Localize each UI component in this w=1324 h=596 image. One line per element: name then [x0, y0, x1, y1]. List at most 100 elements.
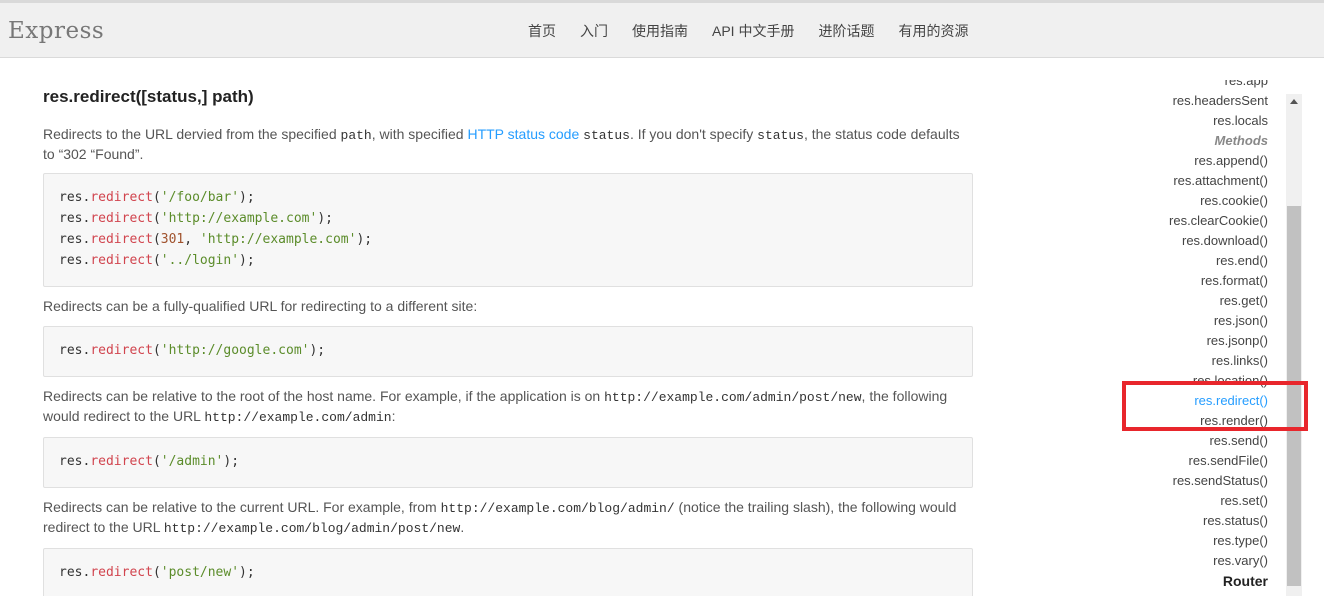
- paragraph: Redirects can be relative to the root of…: [43, 387, 973, 427]
- inline-code: http://example.com/blog/admin/post/new: [163, 521, 461, 536]
- scroll-thumb[interactable]: [1287, 206, 1301, 586]
- inline-code: http://example.com/admin/post/new: [604, 390, 862, 405]
- code-token: redirect: [90, 232, 153, 247]
- code-block: res.redirect('/admin');: [43, 437, 973, 488]
- sidebar-item[interactable]: res.cookie(): [1110, 191, 1268, 211]
- code-token: ,: [184, 232, 200, 247]
- code-token: redirect: [90, 190, 153, 205]
- code-token: (: [152, 190, 161, 205]
- code-token: (: [152, 454, 161, 469]
- sidebar-item[interactable]: res.links(): [1110, 351, 1268, 371]
- text: .: [460, 519, 465, 535]
- inline-code: http://example.com/blog/admin/: [440, 501, 675, 516]
- sidebar-heading: Methods: [1214, 133, 1268, 148]
- top-navbar: Express 首页 入门 使用指南 API 中文手册 进阶话题 有用的资源: [0, 0, 1324, 58]
- paragraph: Redirects can be a fully-qualified URL f…: [43, 298, 478, 314]
- code-token: redirect: [90, 253, 153, 268]
- sidebar-item[interactable]: res.json(): [1110, 311, 1268, 331]
- sidebar-item[interactable]: res.jsonp(): [1110, 331, 1268, 351]
- nav-advanced-topics[interactable]: 进阶话题: [818, 21, 874, 41]
- api-sidebar: res.app res.headersSent res.locals Methods r…: [1110, 80, 1286, 596]
- nav-resources[interactable]: 有用的资源: [898, 21, 968, 41]
- code-token: res.: [59, 454, 91, 469]
- code-token: res.: [59, 211, 91, 226]
- sidebar-item[interactable]: res.render(): [1110, 411, 1268, 431]
- code-token: '../login': [160, 253, 240, 268]
- sidebar-item[interactable]: res.append(): [1110, 151, 1268, 171]
- sidebar-item[interactable]: res.redirect(): [1110, 391, 1268, 411]
- inline-code: http://example.com/admin: [204, 410, 392, 425]
- code-line: res.redirect('http://google.com');: [59, 340, 957, 361]
- text: Redirects can be relative to the current…: [43, 499, 441, 515]
- code-token: redirect: [90, 211, 153, 226]
- text: Redirects can be relative to the root of…: [43, 388, 605, 404]
- code-token: 'http://example.com': [160, 211, 318, 226]
- nav-getting-started[interactable]: 入门: [580, 21, 608, 41]
- sidebar-item[interactable]: res.app: [1110, 80, 1268, 91]
- code-token: 301: [160, 232, 185, 247]
- section-title: res.redirect([status,] path): [43, 87, 254, 106]
- sidebar-item[interactable]: res.clearCookie(): [1110, 211, 1268, 231]
- code-token: );: [309, 343, 326, 358]
- code-token: res.: [59, 190, 91, 205]
- nav-api-reference[interactable]: API 中文手册: [712, 21, 794, 41]
- sidebar-item[interactable]: res.send(): [1110, 431, 1268, 451]
- sidebar-item[interactable]: res.set(): [1110, 491, 1268, 511]
- code-token: (: [152, 232, 161, 247]
- sidebar-list: res.app res.headersSent res.locals Methods r…: [1110, 80, 1268, 591]
- code-block: res.redirect('http://google.com');: [43, 326, 973, 377]
- code-token: );: [356, 232, 373, 247]
- nav-guide[interactable]: 使用指南: [632, 21, 688, 41]
- sidebar-item[interactable]: res.status(): [1110, 511, 1268, 531]
- code-token: );: [317, 211, 333, 226]
- scroll-up-arrow-icon[interactable]: [1286, 94, 1302, 110]
- intro-paragraph: Redirects to the URL dervied from the sp…: [43, 125, 973, 163]
- inline-code: status: [757, 128, 804, 143]
- code-token: (: [152, 211, 161, 226]
- code-block: res.redirect('/foo/bar'); res.redirect('h…: [43, 173, 973, 287]
- code-token: res.: [59, 232, 91, 247]
- sidebar-scrollbar[interactable]: [1286, 94, 1302, 596]
- http-status-code-link[interactable]: HTTP status code: [467, 126, 579, 142]
- text: , with specified: [371, 126, 468, 142]
- code-token: res.: [59, 565, 91, 580]
- brand-logo[interactable]: Express: [8, 18, 104, 44]
- code-token: (: [152, 343, 161, 358]
- sidebar-item[interactable]: res.get(): [1110, 291, 1268, 311]
- code-token: redirect: [90, 454, 153, 469]
- code-token: 'http://google.com': [160, 343, 310, 358]
- sidebar-section-title[interactable]: Router: [1110, 571, 1268, 591]
- main-content: res.redirect([status,] path) Redirects t…: [43, 86, 973, 596]
- text: Redirects to the URL dervied from the sp…: [43, 126, 341, 142]
- code-line: res.redirect('/foo/bar');: [59, 187, 957, 208]
- main-nav: 首页 入门 使用指南 API 中文手册 进阶话题 有用的资源: [516, 21, 980, 41]
- code-token: );: [239, 565, 255, 580]
- inline-code: status: [583, 128, 630, 143]
- sidebar-item[interactable]: res.vary(): [1110, 551, 1268, 571]
- code-line: res.redirect('post/new');: [59, 562, 957, 583]
- code-token: 'post/new': [160, 565, 240, 580]
- code-token: redirect: [90, 343, 153, 358]
- sidebar-item[interactable]: res.download(): [1110, 231, 1268, 251]
- code-token: '/foo/bar': [160, 190, 240, 205]
- sidebar-item[interactable]: res.locals: [1110, 111, 1268, 131]
- sidebar-item[interactable]: res.sendFile(): [1110, 451, 1268, 471]
- sidebar-item[interactable]: res.sendStatus(): [1110, 471, 1268, 491]
- code-token: );: [239, 253, 255, 268]
- sidebar-item[interactable]: res.attachment(): [1110, 171, 1268, 191]
- sidebar-item[interactable]: res.headersSent: [1110, 91, 1268, 111]
- sidebar-item[interactable]: res.format(): [1110, 271, 1268, 291]
- inline-code: path: [340, 128, 372, 143]
- code-line: res.redirect('../login');: [59, 250, 957, 271]
- text: . If you don't specify: [629, 126, 758, 142]
- code-token: );: [239, 190, 255, 205]
- code-line: res.redirect(301, 'http://example.com');: [59, 229, 957, 250]
- sidebar-item[interactable]: res.type(): [1110, 531, 1268, 551]
- code-line: res.redirect('http://example.com');: [59, 208, 957, 229]
- nav-home[interactable]: 首页: [528, 21, 556, 41]
- sidebar-item[interactable]: res.location(): [1110, 371, 1268, 391]
- code-line: res.redirect('/admin');: [59, 451, 957, 472]
- sidebar-item[interactable]: res.end(): [1110, 251, 1268, 271]
- code-token: );: [223, 454, 240, 469]
- code-token: (: [152, 253, 161, 268]
